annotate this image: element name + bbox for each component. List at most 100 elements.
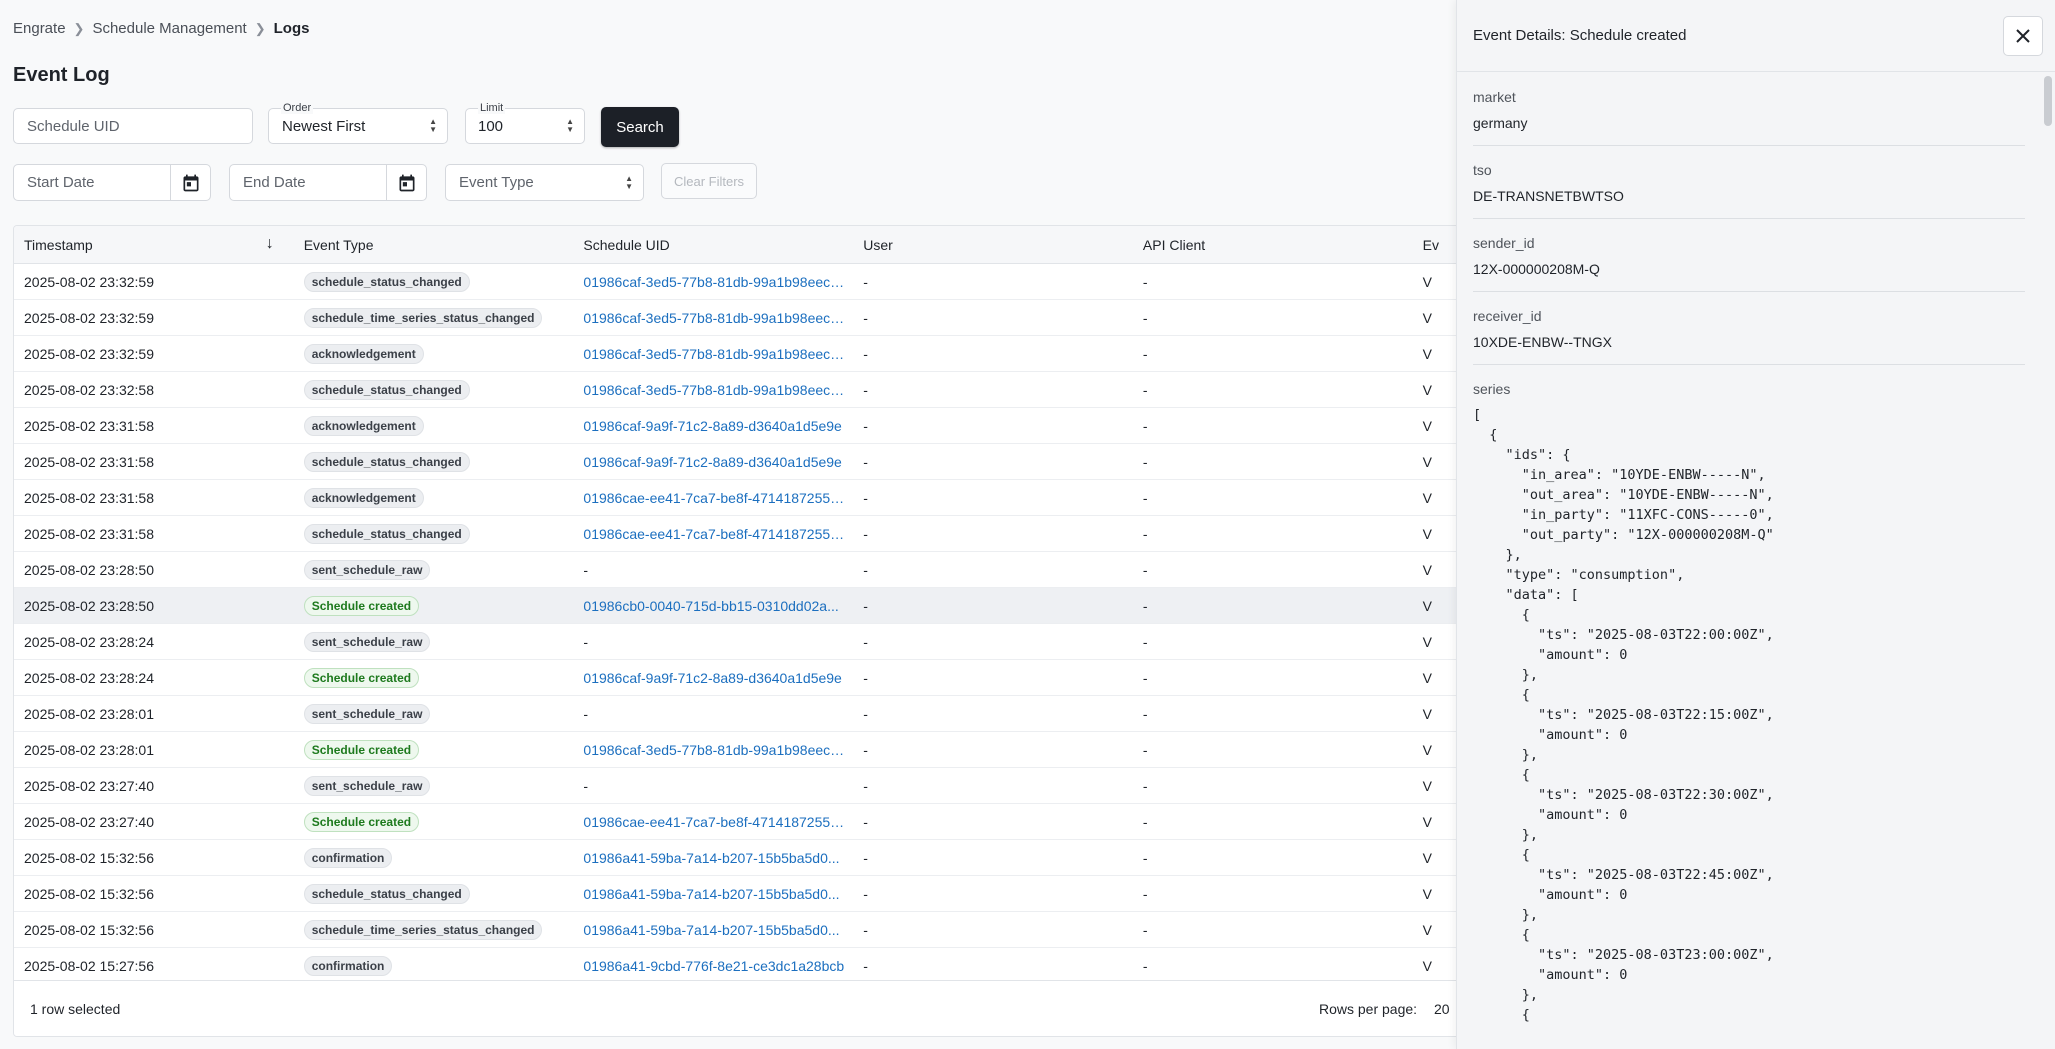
field-key-series: series [1473, 381, 1511, 397]
order-select[interactable]: Order Newest First ▲ ▼ [268, 102, 448, 144]
event-type-select[interactable]: Event Type ▲ ▼ [445, 164, 644, 201]
table-row[interactable]: 2025-08-02 23:28:24 Schedule created 01986… [14, 660, 1472, 696]
table-row[interactable]: 2025-08-02 23:28:01 Schedule created 01986… [14, 732, 1472, 768]
column-header-timestamp[interactable]: Timestamp ↓ [14, 235, 294, 253]
cell-timestamp: 2025-08-02 23:31:58 [24, 525, 154, 542]
cell-schedule-uid-link[interactable]: 01986cae-ee41-7ca7-be8f-4714187255a2 [573, 814, 853, 830]
breadcrumb-link-engrate[interactable]: Engrate [13, 20, 66, 37]
cell-schedule-uid-link[interactable]: 01986cae-ee41-7ca7-be8f-4714187255a2 [573, 490, 853, 506]
schedule-uid-input[interactable]: Schedule UID [13, 108, 253, 144]
cell-api-client: - [1142, 741, 1148, 758]
cell-schedule-uid-link[interactable]: 01986cae-ee41-7ca7-be8f-4714187255a2 [573, 526, 853, 542]
cell-event-type: sent_schedule_raw [294, 703, 574, 724]
table-row[interactable]: 2025-08-02 23:32:59 schedule_status_chang… [14, 264, 1472, 300]
search-button[interactable]: Search [601, 107, 679, 147]
table-row[interactable]: 2025-08-02 23:28:24 sent_schedule_raw - - - V [14, 624, 1472, 660]
cell-schedule-uid-link[interactable]: 01986caf-3ed5-77b8-81db-99a1b98eec86 [573, 274, 853, 290]
event-type-badge: acknowledgement [303, 343, 424, 364]
start-date-input[interactable]: Start Date [13, 164, 211, 201]
breadcrumb-link-schedule-management[interactable]: Schedule Management [92, 20, 246, 37]
cell-schedule-uid-link[interactable]: 01986caf-3ed5-77b8-81db-99a1b98eec86 [573, 346, 853, 362]
column-header-event-type[interactable]: Event Type [294, 237, 574, 253]
column-header-api-client[interactable]: API Client [1133, 237, 1413, 253]
table-row[interactable]: 2025-08-02 23:31:58 acknowledgement 01986c… [14, 408, 1472, 444]
table-row[interactable]: 2025-08-02 23:32:59 schedule_time_series_… [14, 300, 1472, 336]
panel-header: Event Details: Schedule created [1457, 0, 2055, 72]
panel-title: Event Details: Schedule created [1473, 27, 1687, 44]
cell-timestamp: 2025-08-02 23:28:01 [24, 741, 154, 758]
cell-schedule-uid-link[interactable]: 01986a41-59ba-7a14-b207-15b5ba5d0... [573, 922, 853, 938]
cell-user: - [863, 885, 868, 902]
cell-schedule-uid-link[interactable]: 01986caf-3ed5-77b8-81db-99a1b98eec86 [573, 382, 853, 398]
breadcrumb-current-logs: Logs [273, 20, 310, 37]
table-row[interactable]: 2025-08-02 23:27:40 Schedule created 01986… [14, 804, 1472, 840]
cell-event-type: schedule_status_changed [294, 451, 574, 472]
cell-schedule-uid-link[interactable]: 01986caf-3ed5-77b8-81db-99a1b98eec86 [573, 310, 853, 326]
series-json: [ { "ids": { "in_area": "10YDE-ENBW-----… [1473, 407, 1774, 1023]
cell-schedule-uid-link[interactable]: 01986caf-3ed5-77b8-81db-99a1b98eec86 [573, 742, 853, 758]
close-button[interactable] [2003, 16, 2043, 56]
cell-schedule-uid-link[interactable]: 01986cb0-0040-715d-bb15-0310dd02a... [573, 598, 853, 614]
chevron-right-icon: ❯ [254, 20, 266, 36]
schedule-uid-placeholder: Schedule UID [27, 117, 120, 135]
start-date-placeholder: Start Date [27, 174, 95, 191]
table-row[interactable]: 2025-08-02 23:28:50 sent_schedule_raw - - - V [14, 552, 1472, 588]
event-details-panel: Event Details: Schedule created market ge… [1456, 0, 2055, 1049]
clear-filters-button[interactable]: Clear Filters [661, 163, 757, 199]
order-label: Order [281, 102, 314, 114]
cell-schedule-uid-link[interactable]: 01986caf-9a9f-71c2-8a89-d3640a1d5e9e [573, 418, 853, 434]
table-row[interactable]: 2025-08-02 15:32:56 schedule_status_chang… [14, 876, 1472, 912]
rows-per-page-select[interactable]: 20 [1434, 1001, 1450, 1017]
cell-api-client: - [1142, 921, 1148, 938]
cell-timestamp: 2025-08-02 23:27:40 [24, 813, 154, 830]
table-row[interactable]: 2025-08-02 15:32:56 confirmation 01986a41-… [14, 840, 1472, 876]
cell-user: - [863, 381, 868, 398]
event-type-badge: Schedule created [303, 811, 420, 832]
limit-select[interactable]: Limit 100 ▲ ▼ [465, 102, 585, 144]
table-row[interactable]: 2025-08-02 23:31:58 schedule_status_chang… [14, 516, 1472, 552]
event-type-badge: sent_schedule_raw [303, 775, 431, 796]
cell-user: - [863, 489, 868, 506]
cell-user: - [863, 345, 868, 362]
cell-schedule-uid-link[interactable]: 01986a41-59ba-7a14-b207-15b5ba5d0... [573, 886, 853, 902]
cell-api-client: - [1142, 417, 1148, 434]
end-date-input[interactable]: End Date [229, 164, 427, 201]
field-key: market [1473, 89, 1516, 105]
cell-user: - [863, 957, 868, 974]
table-row[interactable]: 2025-08-02 23:31:58 schedule_status_chang… [14, 444, 1472, 480]
column-header-user[interactable]: User [853, 237, 1133, 253]
end-date-placeholder: End Date [243, 174, 306, 191]
column-header-schedule-uid[interactable]: Schedule UID [573, 237, 853, 253]
table-row[interactable]: 2025-08-02 23:32:58 schedule_status_chang… [14, 372, 1472, 408]
scrollbar[interactable] [2044, 76, 2052, 126]
field-key: tso [1473, 162, 1492, 178]
cell-timestamp: 2025-08-02 23:32:59 [24, 309, 154, 326]
event-type-badge: confirmation [303, 847, 393, 868]
table-footer: 1 row selected Rows per page: 20 [14, 980, 1472, 1036]
cell-timestamp: 2025-08-02 23:32:59 [24, 345, 154, 362]
table-row[interactable]: 2025-08-02 23:31:58 acknowledgement 01986c… [14, 480, 1472, 516]
cell-schedule-uid-link: - [583, 561, 589, 578]
cell-schedule-uid-link[interactable]: 01986a41-59ba-7a14-b207-15b5ba5d0... [573, 850, 853, 866]
event-type-badge: schedule_status_changed [303, 379, 470, 400]
cell-user: - [863, 525, 868, 542]
cell-event-type: Schedule created [294, 667, 574, 688]
event-log-table: Timestamp ↓ Event Type Schedule UID User… [13, 225, 1473, 1037]
table-row[interactable]: 2025-08-02 23:28:50 Schedule created 01986… [14, 588, 1472, 624]
close-icon [2016, 29, 2030, 43]
calendar-icon[interactable] [386, 165, 426, 201]
table-row[interactable]: 2025-08-02 23:28:01 sent_schedule_raw - - - V [14, 696, 1472, 732]
table-row[interactable]: 2025-08-02 23:27:40 sent_schedule_raw - - - V [14, 768, 1472, 804]
cell-timestamp: 2025-08-02 23:31:58 [24, 453, 154, 470]
cell-schedule-uid-link[interactable]: 01986caf-9a9f-71c2-8a89-d3640a1d5e9e [573, 670, 853, 686]
calendar-icon[interactable] [170, 165, 210, 201]
table-row[interactable]: 2025-08-02 15:27:56 confirmation 01986a41-… [14, 948, 1472, 984]
limit-label: Limit [478, 102, 506, 114]
event-type-badge: sent_schedule_raw [303, 631, 431, 652]
cell-schedule-uid-link[interactable]: 01986caf-9a9f-71c2-8a89-d3640a1d5e9e [573, 454, 853, 470]
cell-schedule-uid-link[interactable]: 01986a41-9cbd-776f-8e21-ce3dc1a28bcb [573, 958, 853, 974]
table-row[interactable]: 2025-08-02 23:32:59 acknowledgement 01986c… [14, 336, 1472, 372]
table-row[interactable]: 2025-08-02 15:32:56 schedule_time_series_… [14, 912, 1472, 948]
sort-desc-icon[interactable]: ↓ [266, 235, 274, 253]
event-type-badge: confirmation [303, 955, 393, 976]
